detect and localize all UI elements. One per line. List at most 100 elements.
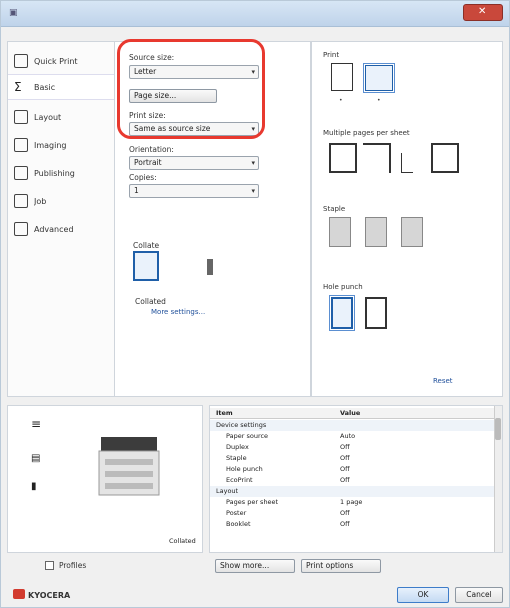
sidebar-item-label: Job: [34, 196, 47, 206]
sidebar-item-publishing[interactable]: Publishing: [8, 160, 114, 186]
row-value: Auto: [340, 432, 356, 440]
table-row: Device settings: [210, 420, 496, 431]
staple-one-icon[interactable]: [365, 217, 387, 247]
profiles-checkbox[interactable]: [45, 561, 54, 570]
chevron-down-icon: ▾: [251, 187, 255, 195]
cancel-button[interactable]: Cancel: [455, 587, 503, 603]
multiple-pages-title: Multiple pages per sheet: [323, 129, 410, 137]
preview-caption: Collated: [169, 537, 196, 545]
sidebar-item-label: Imaging: [34, 140, 67, 150]
list-view-icon[interactable]: ≡: [31, 417, 41, 431]
table-row: Layout: [210, 486, 496, 497]
one-page-option-icon[interactable]: [329, 143, 357, 173]
row-item: Booklet: [226, 520, 251, 528]
brand-name: KYOCERA: [28, 591, 71, 600]
collate-value: Collated: [135, 297, 166, 306]
sidebar-item-advanced[interactable]: Advanced: [8, 216, 114, 242]
table-row: Poster Off: [210, 508, 496, 519]
landscape-option-icon[interactable]: [363, 63, 395, 93]
collate-label: Collate: [133, 241, 160, 250]
row-value: Off: [340, 509, 350, 517]
row-item: Pages per sheet: [226, 498, 279, 506]
device-view-icon[interactable]: ▮: [31, 481, 37, 492]
quick-print-icon: [14, 54, 28, 68]
table-row: Paper source Auto: [210, 431, 496, 442]
row-item: Layout: [216, 487, 239, 495]
staple-none-icon[interactable]: [329, 217, 351, 247]
profiles-checkbox-label: Profiles: [59, 561, 87, 570]
table-row: Booklet Off: [210, 519, 496, 530]
row-item: Paper source: [226, 432, 269, 440]
table-row: Duplex Off: [210, 442, 496, 453]
layout-icon: [14, 110, 28, 124]
orientation-label: Orientation:: [129, 145, 174, 154]
sidebar: Quick Print Σ Basic Layout Imaging Publi…: [7, 41, 115, 397]
print-options-button[interactable]: Print options: [301, 559, 381, 573]
row-item: Duplex: [226, 443, 249, 451]
orientation-value: Portrait: [134, 158, 162, 167]
punch-none-icon[interactable]: [329, 295, 355, 331]
table-scrollbar[interactable]: [494, 406, 502, 552]
booklet-option-icon[interactable]: [431, 143, 459, 173]
print-section-title: Print: [323, 51, 340, 59]
row-value: Off: [340, 465, 350, 473]
row-item: EcoPrint: [226, 476, 253, 484]
copies-select[interactable]: 1 ▾: [129, 184, 259, 198]
printer-view-icon[interactable]: ▤: [31, 453, 40, 464]
two-page-option-icon[interactable]: [363, 143, 391, 173]
portrait-option-icon[interactable]: [331, 63, 353, 91]
row-value: Off: [340, 476, 350, 484]
printer-icon: ▣: [9, 8, 18, 18]
sidebar-item-imaging[interactable]: Imaging: [8, 132, 114, 158]
table-row: Staple Off: [210, 453, 496, 464]
row-value: Off: [340, 443, 350, 451]
sidebar-item-quick-print[interactable]: Quick Print: [8, 48, 114, 74]
sidebar-item-label: Publishing: [34, 168, 75, 178]
punch-option-icon[interactable]: [365, 297, 387, 329]
collated-page-icon: [133, 251, 159, 281]
title-bar: ▣: [1, 1, 509, 27]
close-button[interactable]: [463, 4, 503, 21]
brand-logo: KYOCERA: [13, 589, 70, 600]
row-item: Poster: [226, 509, 247, 517]
show-more-button[interactable]: Show more...: [215, 559, 295, 573]
staple-title: Staple: [323, 205, 346, 213]
settings-summary-table: Item Value Device settings Paper source …: [209, 405, 503, 553]
ok-button[interactable]: OK: [397, 587, 449, 603]
brand-mark-icon: [13, 589, 25, 599]
option-caption: •: [377, 97, 381, 104]
scrollbar-thumb[interactable]: [495, 418, 501, 440]
sidebar-item-basic[interactable]: Σ Basic: [8, 74, 114, 100]
staple-two-icon[interactable]: [401, 217, 423, 247]
chevron-down-icon: ▾: [251, 159, 255, 167]
table-header: Item Value: [210, 408, 496, 419]
option-caption: •: [339, 97, 343, 104]
column-header-value: Value: [340, 409, 361, 417]
sidebar-item-label: Advanced: [34, 224, 74, 234]
row-value: 1 page: [340, 498, 363, 506]
basic-icon: Σ: [14, 80, 22, 94]
sidebar-item-label: Quick Print: [34, 56, 78, 66]
column-header-item: Item: [216, 409, 233, 417]
row-value: Off: [340, 520, 350, 528]
sidebar-item-layout[interactable]: Layout: [8, 104, 114, 130]
highlight-box: [117, 39, 265, 139]
sidebar-item-job[interactable]: Job: [8, 188, 114, 214]
sidebar-item-label: Basic: [34, 82, 56, 92]
row-value: Off: [340, 454, 350, 462]
printer-image: [98, 437, 160, 496]
row-item: Device settings: [216, 421, 267, 429]
job-icon: [14, 194, 28, 208]
table-row: Hole punch Off: [210, 464, 496, 475]
hole-punch-title: Hole punch: [323, 283, 363, 291]
table-row: Pages per sheet 1 page: [210, 497, 496, 508]
reset-link[interactable]: Reset: [433, 377, 453, 385]
orientation-select[interactable]: Portrait ▾: [129, 156, 259, 170]
copies-value: 1: [134, 186, 139, 195]
sidebar-item-label: Layout: [34, 112, 62, 122]
four-page-option-icon[interactable]: [401, 153, 413, 173]
row-item: Staple: [226, 454, 247, 462]
imaging-icon: [14, 138, 28, 152]
more-settings-link[interactable]: More settings...: [151, 308, 205, 316]
copies-label: Copies:: [129, 173, 157, 182]
